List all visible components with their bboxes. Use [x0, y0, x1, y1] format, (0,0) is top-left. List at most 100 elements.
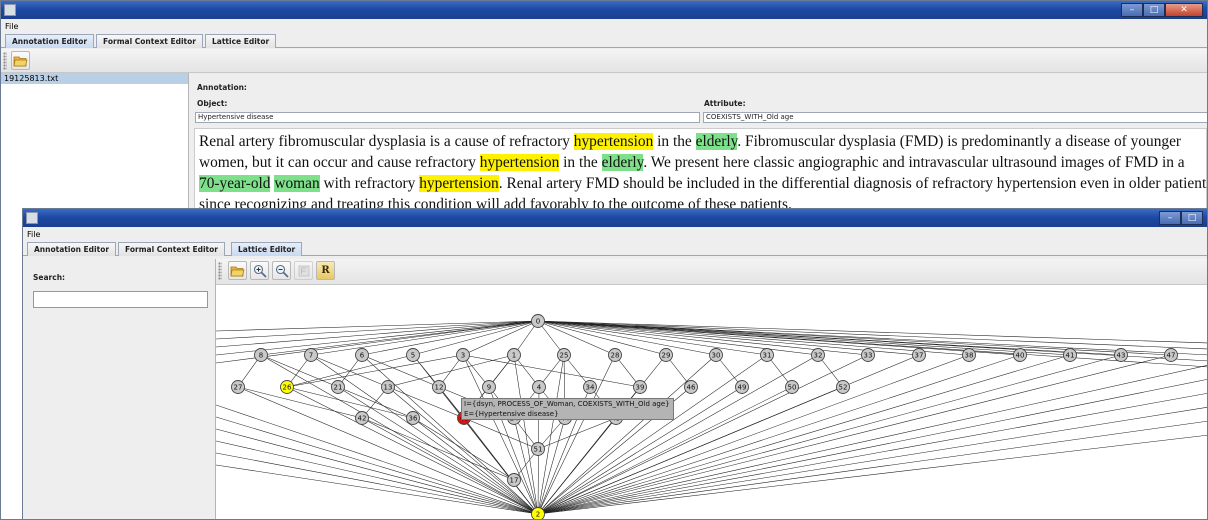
lattice-node-42[interactable]: 42	[355, 411, 369, 425]
lattice-edge	[361, 417, 539, 515]
menu-bar: File	[1, 19, 1207, 34]
highlight-hypertension[interactable]: hypertension	[479, 154, 560, 171]
lattice-edge	[537, 320, 1207, 344]
highlight-elderly[interactable]: elderly	[695, 133, 738, 150]
tab-formal-context-editor[interactable]: Formal Context Editor	[118, 242, 225, 256]
lattice-node-51[interactable]: 51	[531, 442, 545, 456]
lattice-node-39[interactable]: 39	[633, 380, 647, 394]
lattice-node-label: 47	[1167, 352, 1176, 360]
lattice-node-label: 4	[537, 384, 542, 392]
lattice-edge	[537, 354, 819, 515]
lattice-node-4[interactable]: 4	[532, 380, 546, 394]
lattice-edge	[537, 420, 1207, 515]
highlight-70-year-old[interactable]: 70-year-old	[199, 175, 271, 192]
lattice-node-52[interactable]: 52	[836, 380, 850, 394]
lattice-node-37[interactable]: 37	[912, 348, 926, 362]
lattice-node-1[interactable]: 1	[507, 348, 521, 362]
lattice-node-49[interactable]: 49	[735, 380, 749, 394]
maximize-button[interactable]: □	[1181, 211, 1203, 225]
zoom-out-button[interactable]	[272, 261, 291, 280]
lattice-node-21[interactable]: 21	[331, 380, 345, 394]
fit-button[interactable]	[294, 261, 313, 280]
lattice-node-25[interactable]: 25	[557, 348, 571, 362]
toolbar-grip[interactable]	[218, 262, 222, 280]
lattice-node-label: 41	[1066, 352, 1075, 360]
lattice-edge	[216, 428, 539, 515]
menu-file[interactable]: File	[5, 22, 18, 31]
lattice-node-17[interactable]: 17	[507, 473, 521, 487]
lattice-edge	[260, 354, 339, 388]
maximize-button[interactable]: □	[1143, 3, 1165, 17]
lattice-node-9[interactable]: 9	[482, 380, 496, 394]
lattice-node-33[interactable]: 33	[861, 348, 875, 362]
lattice-toolbar: R	[216, 259, 1207, 285]
lattice-node-32[interactable]: 32	[811, 348, 825, 362]
lattice-node-label: 31	[763, 352, 772, 360]
lattice-node-26[interactable]: 26	[280, 380, 294, 394]
lattice-node-5[interactable]: 5	[406, 348, 420, 362]
lattice-node-50[interactable]: 50	[785, 380, 799, 394]
lattice-node-30[interactable]: 30	[709, 348, 723, 362]
tab-annotation-editor[interactable]: Annotation Editor	[27, 242, 117, 256]
object-label: Object:	[197, 99, 228, 108]
lattice-node-38[interactable]: 38	[962, 348, 976, 362]
highlight-woman[interactable]: woman	[274, 175, 320, 192]
lattice-node-41[interactable]: 41	[1063, 348, 1077, 362]
minimize-button[interactable]: –	[1121, 3, 1143, 17]
lattice-edge	[537, 354, 1071, 515]
lattice-canvas[interactable]: 0123456789121314172125262728293031323334…	[216, 285, 1207, 519]
attribute-field[interactable]: COEXISTS_WITH_Old age	[703, 112, 1207, 123]
lattice-node-label: 49	[738, 384, 747, 392]
lattice-node-40[interactable]: 40	[1013, 348, 1027, 362]
lattice-node-47[interactable]: 47	[1164, 348, 1178, 362]
lattice-node-label: 38	[965, 352, 974, 360]
lattice-node-12[interactable]: 12	[432, 380, 446, 394]
tab-annotation-editor[interactable]: Annotation Editor	[5, 34, 95, 48]
toolbar-grip[interactable]	[3, 52, 7, 70]
lattice-node-13[interactable]: 13	[381, 380, 395, 394]
lattice-edge	[310, 320, 539, 356]
lattice-node-7[interactable]: 7	[304, 348, 318, 362]
zoom-out-icon	[275, 264, 289, 278]
close-button[interactable]: ✕	[1165, 3, 1203, 17]
menu-file[interactable]: File	[27, 230, 40, 239]
reset-button[interactable]: R	[316, 261, 335, 280]
tab-formal-context-editor[interactable]: Formal Context Editor	[96, 34, 203, 48]
file-list-item[interactable]: 19125813.txt	[1, 73, 188, 84]
lattice-node-36[interactable]: 36	[406, 411, 420, 425]
lattice-node-3[interactable]: 3	[456, 348, 470, 362]
annotation-text-area[interactable]: Renal artery fibromuscular dysplasia is …	[194, 128, 1207, 213]
lattice-node-0[interactable]: 0	[531, 314, 545, 328]
lattice-node-28[interactable]: 28	[608, 348, 622, 362]
lattice-node-label: 25	[560, 352, 569, 360]
lattice-node-8[interactable]: 8	[254, 348, 268, 362]
lattice-edge	[537, 354, 1122, 515]
lattice-edge	[361, 354, 539, 515]
object-field[interactable]: Hypertensive disease	[195, 112, 700, 123]
tab-lattice-editor[interactable]: Lattice Editor	[230, 242, 303, 256]
highlight-hypertension[interactable]: hypertension	[573, 133, 654, 150]
lattice-node-label: 12	[435, 384, 444, 392]
zoom-in-button[interactable]	[250, 261, 269, 280]
lattice-node-34[interactable]: 34	[583, 380, 597, 394]
menu-bar: File	[23, 227, 1207, 242]
lattice-node-29[interactable]: 29	[659, 348, 673, 362]
lattice-node-43[interactable]: 43	[1114, 348, 1128, 362]
open-folder-button[interactable]	[11, 51, 30, 70]
annotation-label: Annotation:	[197, 83, 247, 92]
highlight-elderly[interactable]: elderly	[601, 154, 644, 171]
tab-lattice-editor[interactable]: Lattice Editor	[204, 34, 277, 48]
lattice-node-31[interactable]: 31	[760, 348, 774, 362]
search-input[interactable]	[33, 291, 208, 308]
lattice-graph[interactable]: 0123456789121314172125262728293031323334…	[216, 285, 1207, 519]
lattice-node-27[interactable]: 27	[231, 380, 245, 394]
minimize-button[interactable]: –	[1159, 211, 1181, 225]
highlight-hypertension[interactable]: hypertension	[419, 175, 499, 192]
open-button[interactable]	[228, 261, 247, 280]
title-bar: – □	[23, 209, 1207, 227]
lattice-node-46[interactable]: 46	[684, 380, 698, 394]
text-span: with refractory	[319, 175, 420, 192]
text-span: Renal artery fibromuscular dysplasia is …	[199, 133, 574, 150]
lattice-node-6[interactable]: 6	[355, 348, 369, 362]
lattice-node-2[interactable]: 2	[531, 507, 545, 520]
